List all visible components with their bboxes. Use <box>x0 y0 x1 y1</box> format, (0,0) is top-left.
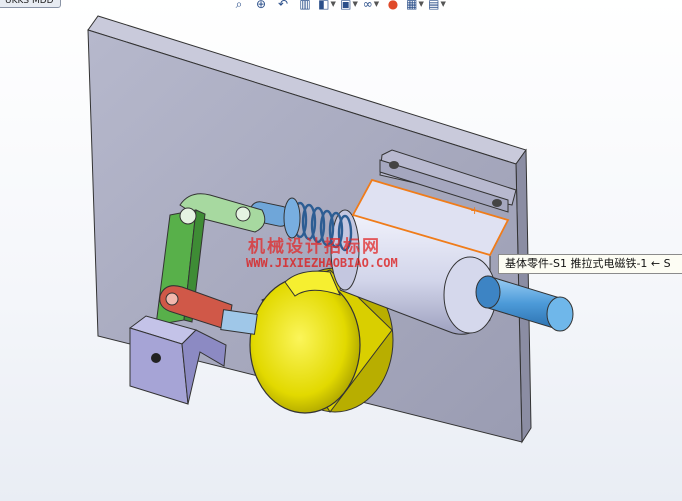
bracket-hole <box>151 353 161 363</box>
selection-cursor-icon: + <box>470 204 479 217</box>
bracket-hole <box>492 199 502 207</box>
bracket-hole <box>389 161 399 169</box>
watermark-text: 机械设计招标网 <box>248 237 381 257</box>
selection-tooltip: 基体零件-S1 推拉式电磁铁-1 ← S <box>498 254 682 274</box>
watermark-url: WWW.JIXIEZHAOBIAO.COM <box>246 256 398 270</box>
